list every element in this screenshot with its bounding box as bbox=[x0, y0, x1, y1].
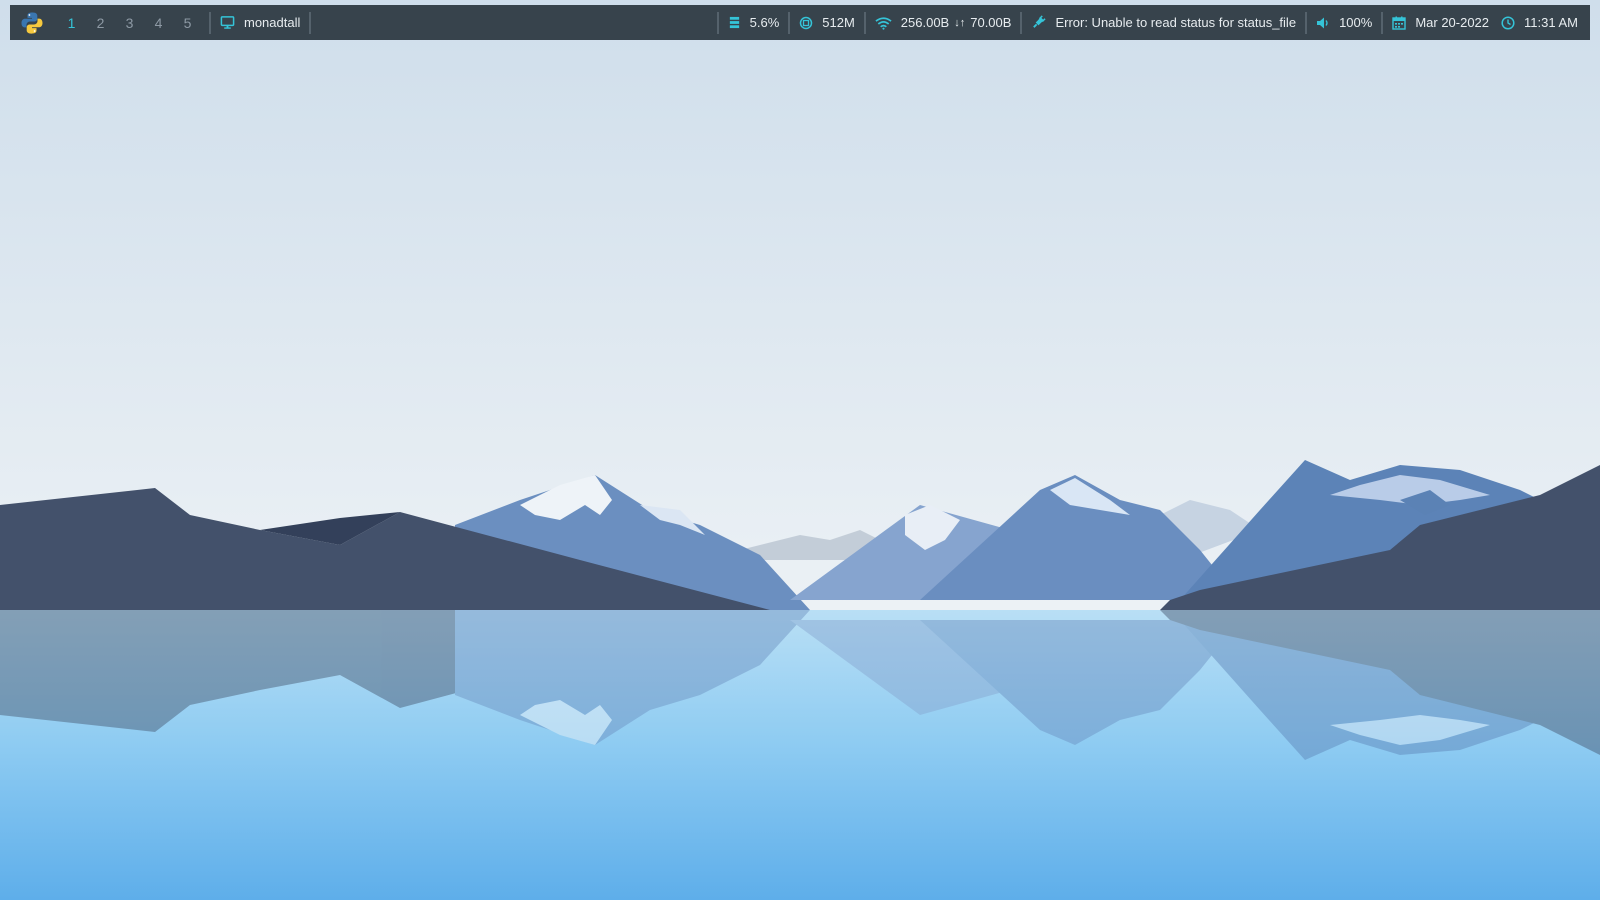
separator bbox=[863, 11, 866, 34]
workspace-3[interactable]: 3 bbox=[115, 15, 144, 31]
separator bbox=[309, 11, 312, 34]
clock-value: 11:31 AM bbox=[1524, 15, 1578, 30]
desktop-wallpaper bbox=[0, 0, 1600, 900]
memory-icon bbox=[799, 16, 813, 30]
monitor-icon bbox=[220, 15, 235, 30]
memory-widget[interactable]: 512M bbox=[797, 15, 857, 30]
separator bbox=[1381, 11, 1384, 34]
battery-widget[interactable]: Error: Unable to read status for status_… bbox=[1029, 15, 1298, 30]
battery-status: Error: Unable to read status for status_… bbox=[1055, 15, 1297, 30]
bar-left-section: 1 2 3 4 5 monadtall bbox=[10, 5, 318, 40]
separator bbox=[1020, 11, 1023, 34]
separator bbox=[716, 11, 719, 34]
workspace-4[interactable]: 4 bbox=[144, 15, 173, 31]
memory-value: 512M bbox=[822, 15, 855, 30]
cpu-value: 5.6% bbox=[749, 15, 780, 30]
network-arrows: ↓↑ bbox=[954, 16, 966, 29]
cpu-widget[interactable]: 5.6% bbox=[726, 15, 782, 30]
volume-widget[interactable]: 100% bbox=[1314, 15, 1374, 30]
separator bbox=[209, 11, 211, 34]
mountain-lake-wallpaper bbox=[0, 0, 1600, 900]
layout-name: monadtall bbox=[244, 15, 301, 30]
speaker-icon bbox=[1316, 16, 1330, 30]
clock-icon bbox=[1501, 15, 1515, 30]
workspace-5[interactable]: 5 bbox=[173, 15, 202, 31]
workspace-2[interactable]: 2 bbox=[86, 15, 115, 31]
workspace-1[interactable]: 1 bbox=[57, 15, 86, 31]
network-down: 256.00B bbox=[900, 15, 950, 30]
top-bar: 1 2 3 4 5 monadtall 5.6% 512M 256.00B ↓↑… bbox=[10, 5, 1590, 40]
date-widget[interactable]: Mar 20-2022 bbox=[1390, 15, 1491, 30]
separator bbox=[1305, 11, 1308, 34]
volume-value: 100% bbox=[1339, 15, 1373, 30]
network-up: 70.00B bbox=[970, 15, 1012, 30]
calendar-icon bbox=[1392, 16, 1407, 30]
separator bbox=[788, 11, 791, 34]
plug-icon bbox=[1031, 15, 1047, 30]
python-logo-icon[interactable] bbox=[19, 10, 45, 36]
cpu-chip-icon bbox=[728, 16, 741, 29]
layout-indicator[interactable]: monadtall bbox=[218, 15, 302, 30]
network-widget[interactable]: 256.00B ↓↑ 70.00B bbox=[873, 15, 1014, 30]
bar-right-section: 5.6% 512M 256.00B ↓↑ 70.00B Error: Unabl… bbox=[710, 5, 1590, 40]
wifi-icon bbox=[875, 16, 892, 30]
date-value: Mar 20-2022 bbox=[1415, 15, 1490, 30]
clock-widget[interactable]: 11:31 AM bbox=[1499, 15, 1580, 30]
